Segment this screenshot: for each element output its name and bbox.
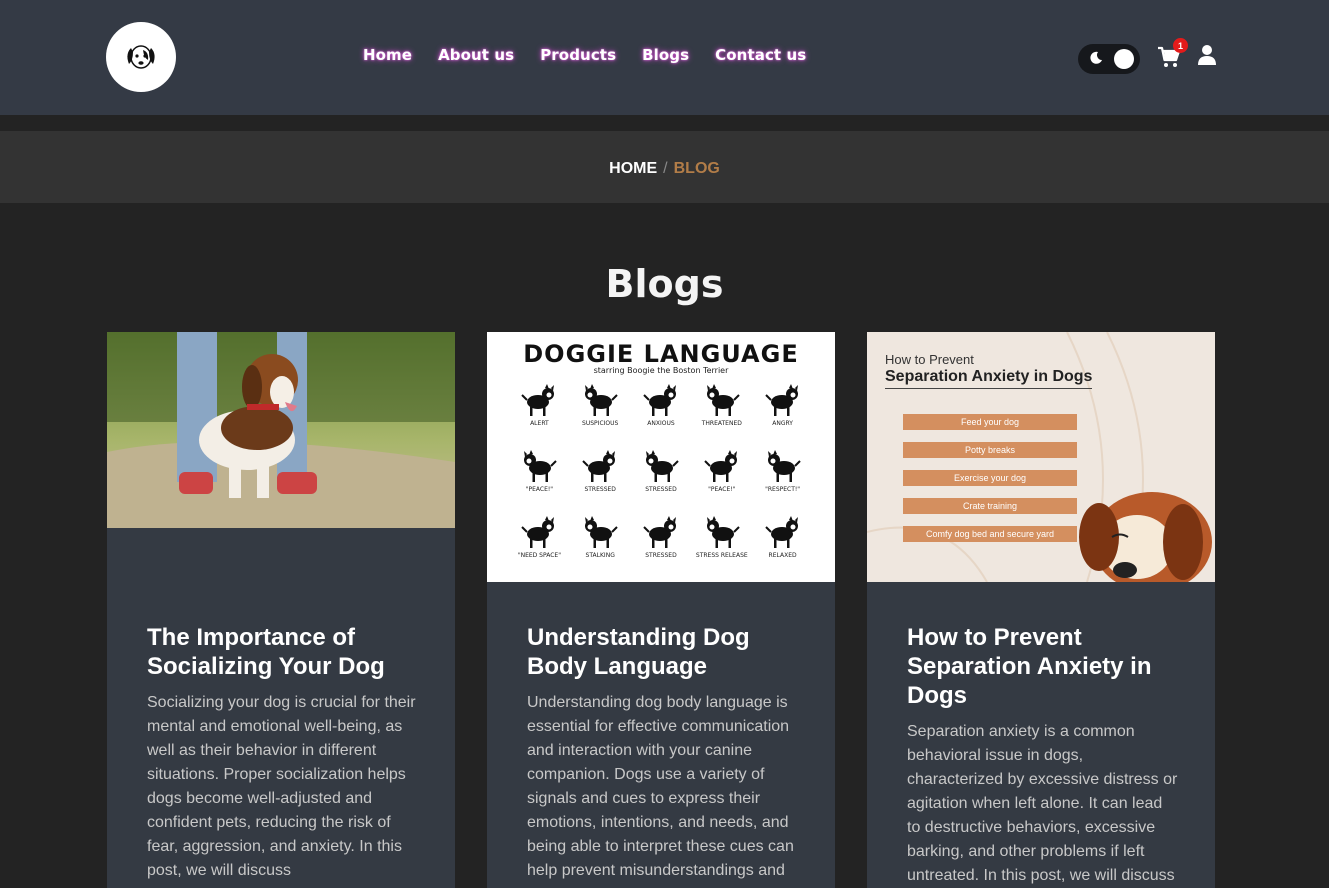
dog-silhouette-icon [643,516,676,548]
blog-card-excerpt: Separation anxiety is a common behaviora… [907,723,1178,884]
dog-silhouette-icon [643,384,676,416]
dog-pose: "NEED SPACE" [509,516,570,570]
blog-image-beagle [107,332,455,528]
blog-image-doggie-language: DOGGIE LANGUAGE starring Boogie the Bost… [487,332,835,582]
dog-silhouette-icon [706,516,740,548]
dog-pose: STRESSED [570,450,631,504]
blog-card-excerpt: Understanding dog body language is essen… [527,694,794,879]
dog-pose-label: STALKING [585,552,615,559]
breadcrumb-separator: / [663,160,668,177]
dog-pose-grid: ALERT SUSPICIOUS ANXIOUS THREATENED ANGRY "PE… [509,384,813,570]
dog-silhouette-icon [645,450,679,482]
cart-count-badge: 1 [1173,38,1188,53]
dog-pose: STRESS RELEASE [691,516,752,570]
dog-pose-label: STRESSED [584,486,616,493]
image-tip: Feed your dog [903,414,1077,430]
image-subheading: starring Boogie the Boston Terrier [593,366,729,375]
toggle-knob [1114,49,1134,69]
image-line2: Separation Anxiety in Dogs [885,368,1093,389]
dog-pose-label: STRESSED [645,486,677,493]
blog-card-body: How to Prevent Separation Anxiety in Dog… [907,623,1179,888]
dog-pose: STRESSED [631,516,692,570]
dog-pose: "RESPECT!" [752,450,813,504]
site-logo[interactable] [106,22,176,92]
dog-pose-label: THREATENED [701,420,742,427]
dog-pose-label: RELAXED [768,552,797,559]
blog-card-body: The Importance of Socializing Your Dog S… [147,623,419,883]
dog-silhouette-icon [585,384,618,416]
dog-silhouette-icon [521,384,555,416]
blog-card-title[interactable]: How to Prevent Separation Anxiety in Dog… [907,623,1179,710]
image-heading: DOGGIE LANGUAGE [523,340,799,368]
dog-silhouette-icon [524,450,558,482]
dog-silhouette-icon [764,384,798,416]
dark-mode-toggle[interactable] [1078,44,1140,74]
dog-silhouette-icon [767,450,801,482]
dog-pose-label: SUSPICIOUS [582,420,619,427]
dog-silhouette-icon [706,384,740,416]
image-tip: Potty breaks [903,442,1077,458]
dog-pose: STRESSED [631,450,692,504]
blog-card[interactable]: The Importance of Socializing Your Dog S… [107,332,455,888]
dog-pose: "PEACE!" [509,450,570,504]
blog-card-title[interactable]: The Importance of Socializing Your Dog [147,623,419,681]
breadcrumb-current: BLOG [673,160,720,177]
dog-pose-label: ANGRY [772,420,793,427]
image-line1: How to Prevent [885,352,974,367]
page-title: Blogs [605,262,724,306]
dog-silhouette-icon [521,516,555,548]
image-tip: Comfy dog bed and secure yard [903,526,1077,542]
nav-products[interactable]: Products [540,46,616,64]
nav-about-us[interactable]: About us [438,46,514,64]
site-header: Home About us Products Blogs Contact us … [0,0,1329,115]
breadcrumb: HOME / BLOG [0,160,1329,178]
dog-silhouette-icon [704,450,737,482]
dog-pose-label: ANXIOUS [647,420,675,427]
image-tip: Exercise your dog [903,470,1077,486]
blog-card-body: Understanding Dog Body Language Understa… [527,623,799,883]
main-nav: Home About us Products Blogs Contact us [363,46,806,64]
blog-card-excerpt: Socializing your dog is crucial for thei… [147,694,416,879]
blog-card[interactable]: DOGGIE LANGUAGE starring Boogie the Bost… [487,332,835,888]
dog-silhouette-icon [764,516,798,548]
dog-pose-label: STRESS RELEASE [695,552,748,559]
dog-face-icon [127,45,155,69]
user-icon[interactable] [1197,44,1217,66]
dog-pose: SUSPICIOUS [570,384,631,438]
image-tip: Crate training [903,498,1077,514]
moon-icon [1090,51,1102,64]
dog-pose: ANXIOUS [631,384,692,438]
blog-card[interactable]: How to Prevent Separation Anxiety in Dog… [867,332,1215,888]
blog-image-separation-anxiety: How to Prevent Separation Anxiety in Dog… [867,332,1215,582]
dog-pose: THREATENED [691,384,752,438]
dog-silhouette-icon [585,516,618,548]
breadcrumb-home[interactable]: HOME [609,160,657,177]
dog-pose: ALERT [509,384,570,438]
dog-pose-label: ALERT [530,420,549,427]
dog-pose: RELAXED [752,516,813,570]
dog-pose-label: "PEACE!" [525,486,554,493]
nav-contact-us[interactable]: Contact us [715,46,806,64]
dog-pose-label: "PEACE!" [708,486,736,493]
dog-pose-label: "RESPECT!" [765,486,801,493]
header-spacer [0,115,1329,131]
dog-pose-label: STRESSED [645,552,677,559]
blog-card-title[interactable]: Understanding Dog Body Language [527,623,799,681]
dog-pose-label: "NEED SPACE" [517,552,561,559]
dog-pose: "PEACE!" [691,450,752,504]
nav-blogs[interactable]: Blogs [642,46,689,64]
dog-pose: ANGRY [752,384,813,438]
nav-home[interactable]: Home [363,46,412,64]
dog-pose: STALKING [570,516,631,570]
dog-silhouette-icon [582,450,616,482]
